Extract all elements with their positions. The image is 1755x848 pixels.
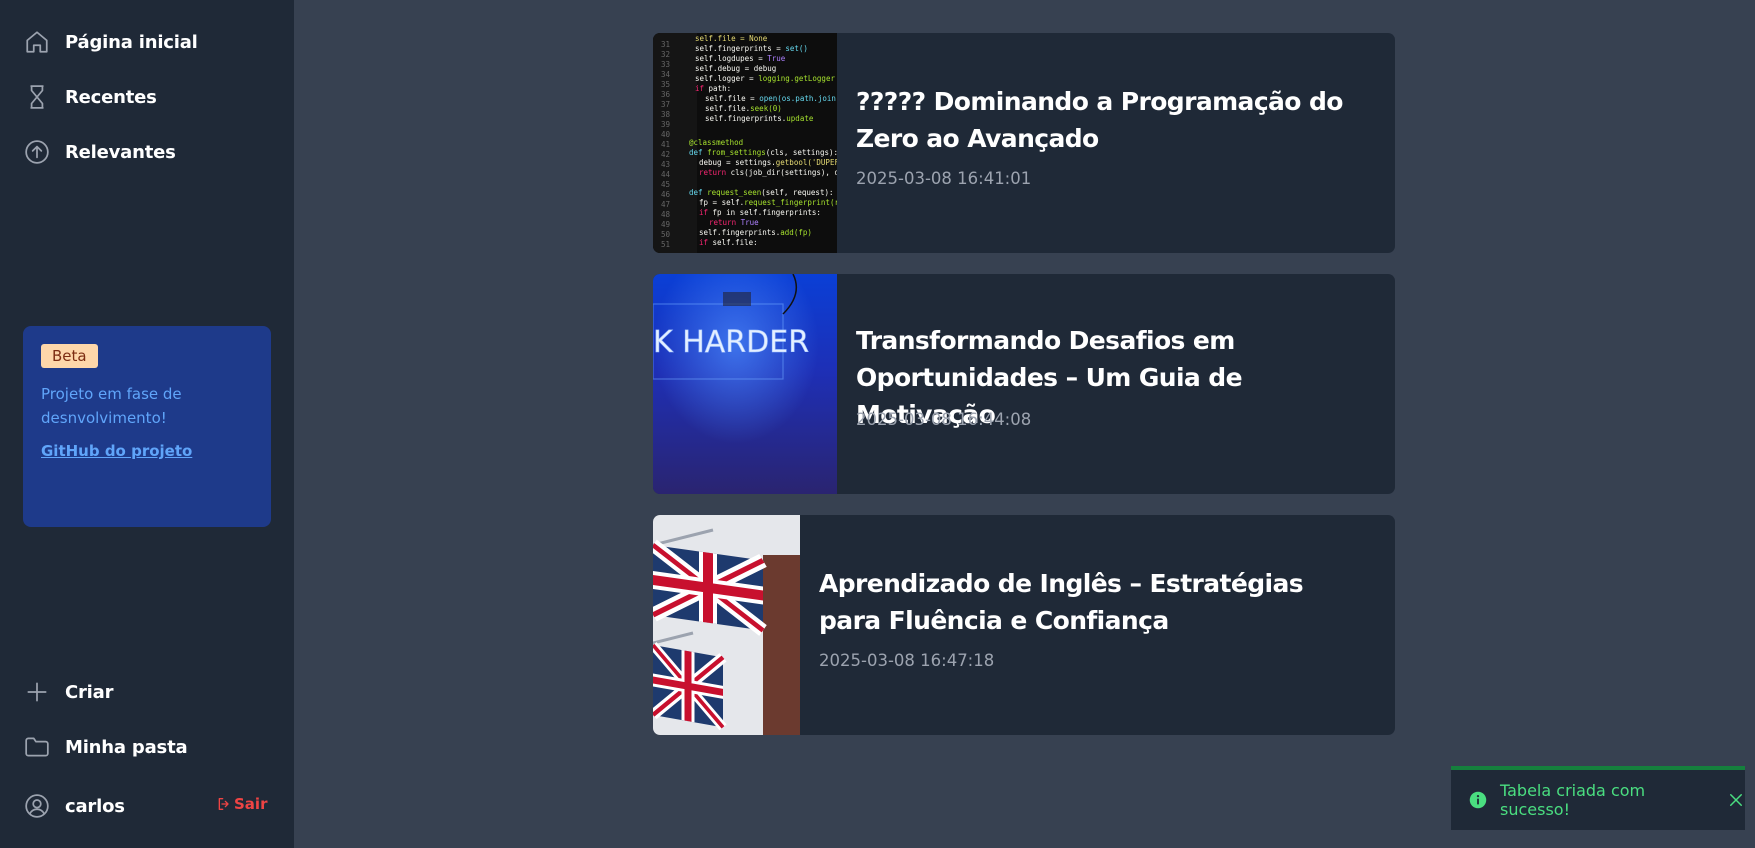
nav-item-minha-pasta[interactable]: Minha pasta xyxy=(24,732,188,762)
post-date: 2025-03-08 16:47:18 xyxy=(819,651,995,670)
post-card[interactable]: Aprendizado de Inglês – Estratégias para… xyxy=(653,515,1395,735)
svg-text:33: 33 xyxy=(661,60,670,69)
svg-text:31: 31 xyxy=(661,40,670,49)
nav-item-label: Minha pasta xyxy=(65,736,188,758)
svg-text:self.fingerprints = set(): self.fingerprints = set() xyxy=(695,44,808,53)
svg-text:self.file.seek(0): self.file.seek(0) xyxy=(705,104,782,113)
user-circle-icon xyxy=(24,793,50,819)
beta-card: Beta Projeto em fase de desnvolvimento! … xyxy=(23,326,271,527)
svg-text:self.logger = logging.getLogge: self.logger = logging.getLogger xyxy=(695,74,835,83)
post-date: 2025-03-08 16:41:01 xyxy=(856,169,1032,188)
plus-icon xyxy=(24,679,50,705)
toast-message: Tabela criada com sucesso! xyxy=(1500,781,1646,819)
username: carlos xyxy=(65,795,125,817)
svg-text:46: 46 xyxy=(661,190,671,199)
home-icon xyxy=(24,29,50,55)
svg-text:self.file = open(os.path.join: self.file = open(os.path.join xyxy=(705,94,836,103)
svg-text:50: 50 xyxy=(661,230,671,239)
nav-item-label: Recentes xyxy=(65,86,157,108)
svg-text:fp = self.request_fingerprint(: fp = self.request_fingerprint(req xyxy=(699,198,837,207)
svg-text:self.file = None: self.file = None xyxy=(695,34,768,43)
svg-text:51: 51 xyxy=(661,240,670,249)
logout-button[interactable]: Sair xyxy=(216,795,267,813)
svg-text:37: 37 xyxy=(661,100,670,109)
info-icon xyxy=(1469,791,1487,809)
user-profile[interactable]: carlos xyxy=(24,791,125,821)
post-thumbnail-neon: K HARDER xyxy=(653,274,837,494)
post-thumbnail-code: 31 self.file = None 32 self.fingerprints =… xyxy=(653,33,837,253)
svg-text:49: 49 xyxy=(661,220,670,229)
svg-text:34: 34 xyxy=(661,70,671,79)
svg-text:35: 35 xyxy=(661,80,670,89)
beta-badge: Beta xyxy=(41,344,98,368)
hourglass-icon xyxy=(24,84,50,110)
svg-text:return True: return True xyxy=(709,218,759,227)
nav-item-recentes[interactable]: Recentes xyxy=(24,82,157,112)
nav-item-label: Criar xyxy=(65,681,114,703)
svg-text:45: 45 xyxy=(661,180,670,189)
logout-icon xyxy=(218,798,229,810)
close-icon[interactable] xyxy=(1727,791,1745,809)
svg-text:32: 32 xyxy=(661,50,670,59)
svg-text:if fp in self.fingerprints:: if fp in self.fingerprints: xyxy=(699,208,821,217)
logout-label: Sair xyxy=(234,795,268,813)
svg-text:39: 39 xyxy=(661,120,670,129)
svg-text:47: 47 xyxy=(661,200,670,209)
arrow-up-circle-icon xyxy=(24,139,50,165)
svg-text:38: 38 xyxy=(661,110,671,119)
svg-text:40: 40 xyxy=(661,130,671,139)
folder-icon xyxy=(24,734,50,760)
nav-item-label: Página inicial xyxy=(65,31,198,53)
post-title[interactable]: Aprendizado de Inglês – Estratégias para… xyxy=(819,565,1339,639)
sidebar: Página inicial Recentes Relevantes Beta … xyxy=(0,0,294,848)
post-card[interactable]: 31 self.file = None 32 self.fingerprints =… xyxy=(653,33,1395,253)
nav-item-relevantes[interactable]: Relevantes xyxy=(24,137,176,167)
nav-item-home[interactable]: Página inicial xyxy=(24,27,198,57)
svg-text:def from_settings(cls, setting: def from_settings(cls, settings): xyxy=(689,148,837,157)
toast-notification: Tabela criada com sucesso! xyxy=(1451,766,1745,830)
github-link[interactable]: GitHub do projeto xyxy=(41,442,192,460)
post-thumbnail-flags xyxy=(653,515,800,735)
svg-text:if self.file:: if self.file: xyxy=(699,238,758,247)
svg-text:44: 44 xyxy=(661,170,671,179)
nav-item-label: Relevantes xyxy=(65,141,176,163)
svg-text:self.fingerprints.add(fp): self.fingerprints.add(fp) xyxy=(699,228,812,237)
svg-text:if path:: if path: xyxy=(695,84,731,93)
svg-text:@classmethod: @classmethod xyxy=(689,138,743,147)
svg-text:41: 41 xyxy=(661,140,670,149)
svg-text:48: 48 xyxy=(661,210,671,219)
svg-text:36: 36 xyxy=(661,90,671,99)
post-card[interactable]: K HARDER Transformando Desafios em Oport… xyxy=(653,274,1395,494)
svg-text:K HARDER: K HARDER xyxy=(653,325,809,360)
svg-text:return cls(job_dir(settings),: return cls(job_dir(settings), debug xyxy=(699,168,837,177)
beta-description: Projeto em fase de desnvolvimento! xyxy=(41,385,182,427)
post-title[interactable]: ????? Dominando a Programação do Zero ao… xyxy=(856,83,1376,157)
svg-text:self.debug = debug: self.debug = debug xyxy=(695,64,776,73)
svg-text:def request_seen(self, request: def request_seen(self, request): xyxy=(689,188,834,197)
svg-text:42: 42 xyxy=(661,150,670,159)
post-date: 2025-03-08 16:44:08 xyxy=(856,410,1032,429)
svg-text:43: 43 xyxy=(661,160,670,169)
svg-text:self.fingerprints.update: self.fingerprints.update xyxy=(705,114,814,123)
nav-item-criar[interactable]: Criar xyxy=(24,677,113,707)
svg-text:self.logdupes = True: self.logdupes = True xyxy=(695,54,786,63)
svg-text:debug = settings.getbool('DUPE: debug = settings.getbool('DUPEFILTER xyxy=(699,158,837,167)
